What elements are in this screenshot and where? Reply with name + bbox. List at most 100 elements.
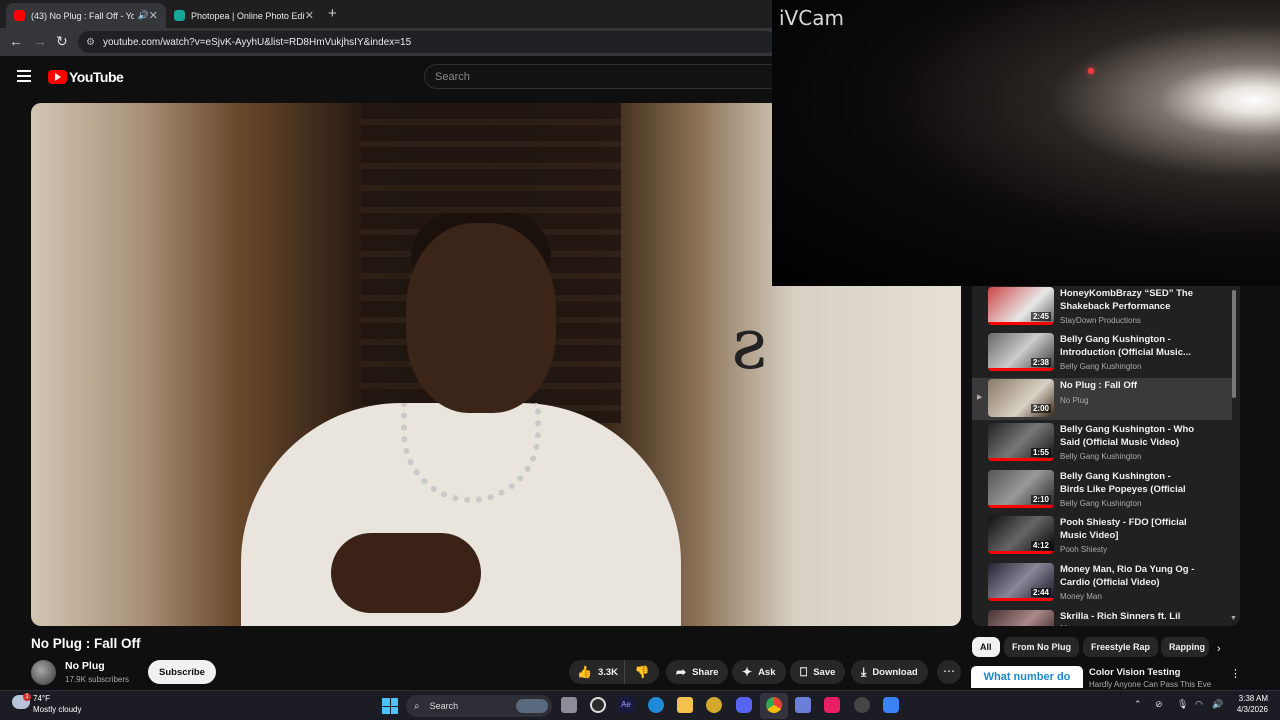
video-title: No Plug : Fall Off <box>31 636 141 651</box>
chevron-right-icon[interactable]: › <box>1217 643 1221 655</box>
task-view-icon[interactable] <box>561 697 577 713</box>
weather-badge: 1 <box>23 693 31 701</box>
site-info-icon[interactable]: ⚙ <box>86 37 95 48</box>
close-tab-icon[interactable]: ✕ <box>149 9 158 22</box>
tab-youtube[interactable]: (43) No Plug : Fall Off - You 🔊 ✕ <box>6 3 166 28</box>
playlist-item-channel: No Plug <box>1060 396 1089 405</box>
forward-icon[interactable]: → <box>33 33 47 49</box>
playlist-item[interactable]: 2:10 Belly Gang Kushington - Birds Like … <box>972 469 1232 515</box>
playlist-scrollbar[interactable] <box>1232 290 1236 398</box>
obs-icon[interactable] <box>854 697 870 713</box>
like-dislike-group: 👍 3.3K 👎 <box>569 660 659 684</box>
subscribe-button[interactable]: Subscribe <box>148 660 216 684</box>
search-box[interactable] <box>424 64 784 89</box>
back-icon[interactable]: ← <box>9 33 23 49</box>
download-button[interactable]: ⤓ Download <box>851 660 928 684</box>
chrome-icon[interactable] <box>766 697 782 713</box>
weather-temperature[interactable]: 74°F <box>33 694 50 703</box>
playlist-item-channel: Money Man <box>1060 592 1102 601</box>
playlist-item[interactable]: Skrilla - Rich Sinners ft. Lil Nu... <box>972 609 1232 626</box>
playlist-item-title: Belly Gang Kushington - Introduction (Of… <box>1060 334 1191 358</box>
playlist-item-title: HoneyKombBrazy “SED” The Shakeback Perfo… <box>1060 288 1194 312</box>
youtube-logo[interactable]: YouTube <box>48 69 124 85</box>
windows-taskbar: 1 74°F Mostly cloudy ⌕ Search Ae ⌃ ⊘ 🎙 ◠… <box>0 690 1280 720</box>
menu-icon[interactable] <box>17 70 31 82</box>
new-tab-icon[interactable]: + <box>328 5 337 22</box>
chip-rapping[interactable]: Rapping <box>1161 637 1209 657</box>
save-button[interactable]: ⎕ Save <box>790 660 846 684</box>
search-input[interactable] <box>435 70 783 83</box>
playlist-item[interactable]: 2:38 Belly Gang Kushington - Introductio… <box>972 332 1232 378</box>
chip-from-no-plug[interactable]: From No Plug <box>1004 637 1079 657</box>
save-label: Save <box>813 666 836 678</box>
scroll-down-icon[interactable]: ▼ <box>1230 615 1237 622</box>
share-button[interactable]: ➦ Share <box>666 660 729 684</box>
share-icon: ➦ <box>676 665 687 679</box>
playlist-item[interactable]: 2:45 HoneyKombBrazy “SED” The Shakeback … <box>972 286 1232 332</box>
app-icon[interactable] <box>706 697 722 713</box>
playlist-thumbnail: 2:00 <box>988 379 1054 417</box>
chip-freestyle-rap[interactable]: Freestyle Rap <box>1083 637 1159 657</box>
clock-time[interactable]: 3:38 AM <box>1222 694 1268 703</box>
watched-progress-bar <box>988 598 1054 601</box>
recommendation-channel: Hardly Anyone Can Pass This Eve <box>1089 680 1212 689</box>
ask-button[interactable]: ✦ Ask <box>732 660 786 684</box>
discord-icon[interactable] <box>736 697 752 713</box>
close-tab-icon[interactable]: ✕ <box>305 9 314 22</box>
dislike-button[interactable]: 👎 <box>625 665 659 679</box>
tab-photopea[interactable]: Photopea | Online Photo Editor ✕ <box>166 3 322 28</box>
microphone-icon[interactable]: 🎙 <box>1177 699 1188 710</box>
after-effects-icon[interactable]: Ae <box>618 697 634 713</box>
playlist-item-current[interactable]: ▶ 2:00 No Plug : Fall Off No Plug <box>972 378 1232 420</box>
duration-badge: 2:00 <box>1030 404 1051 413</box>
recommendation-title[interactable]: Color Vision Testing <box>1089 667 1181 678</box>
video-frame-hands <box>331 533 481 613</box>
kebab-menu-icon[interactable]: ⋮ <box>1230 667 1241 680</box>
channel-avatar[interactable] <box>31 660 56 685</box>
weather-description[interactable]: Mostly cloudy <box>33 705 81 714</box>
ivcam-icon[interactable] <box>883 697 899 713</box>
wifi-icon[interactable]: ◠ <box>1195 699 1203 710</box>
windows-start-icon[interactable] <box>382 698 398 714</box>
video-frame-graffiti: ƨ <box>731 303 767 385</box>
playlist-item[interactable]: 2:44 Money Man, Rio Da Yung Og - Cardio … <box>972 562 1232 608</box>
speaker-icon[interactable]: 🔊 <box>138 10 149 21</box>
address-bar[interactable]: ⚙ youtube.com/watch?v=eSjvK-AyyhU&list=R… <box>78 31 778 53</box>
reload-icon[interactable]: ↻ <box>56 33 68 50</box>
network-off-icon[interactable]: ⊘ <box>1155 699 1163 710</box>
more-actions-icon[interactable]: ⋯ <box>937 660 961 684</box>
ivcam-overlay-window[interactable]: iVCam <box>772 0 1280 286</box>
thumbs-up-icon: 👍 <box>577 665 592 679</box>
channel-name[interactable]: No Plug <box>65 660 105 672</box>
like-button[interactable]: 👍 3.3K <box>569 660 625 684</box>
watched-progress-bar <box>988 368 1054 371</box>
playlist-item-channel: StayDown Productions <box>1060 316 1141 325</box>
clock-date[interactable]: 4/3/2026 <box>1222 705 1268 714</box>
playlist-thumbnail: 2:44 <box>988 563 1054 601</box>
file-explorer-icon[interactable] <box>677 697 693 713</box>
watched-progress-bar <box>988 505 1054 508</box>
duration-badge: 2:44 <box>1030 588 1051 597</box>
recommendation-thumbnail[interactable]: What number do <box>971 666 1083 688</box>
tab-title: (43) No Plug : Fall Off - You <box>31 10 134 21</box>
app-icon[interactable] <box>590 697 606 713</box>
playlist-item[interactable]: 4:12 Pooh Shiesty - FDO [Official Music … <box>972 515 1232 561</box>
subscriber-count: 17.9K subscribers <box>65 675 130 684</box>
app-icon[interactable] <box>795 697 811 713</box>
chip-all[interactable]: All <box>972 637 1000 657</box>
chevron-up-icon[interactable]: ⌃ <box>1134 699 1142 710</box>
taskbar-search[interactable]: ⌕ Search <box>406 695 552 717</box>
playlist-thumbnail: 1:55 <box>988 423 1054 461</box>
tiktok-icon[interactable] <box>824 697 840 713</box>
youtube-play-icon <box>48 70 67 84</box>
edge-icon[interactable] <box>648 697 664 713</box>
playlist-item-channel: Pooh Shiesty <box>1060 545 1108 554</box>
taskbar-search-label: Search <box>429 701 459 711</box>
playlist-item-title: Skrilla - Rich Sinners ft. Lil Nu... <box>1060 611 1181 626</box>
watched-progress-bar <box>988 322 1054 325</box>
playlist-item[interactable]: 1:55 Belly Gang Kushington - Who Said (O… <box>972 422 1232 468</box>
playlist-item-channel: Belly Gang Kushington <box>1060 362 1142 371</box>
share-label: Share <box>692 666 719 678</box>
download-label: Download <box>872 666 918 678</box>
like-count: 3.3K <box>597 666 619 678</box>
